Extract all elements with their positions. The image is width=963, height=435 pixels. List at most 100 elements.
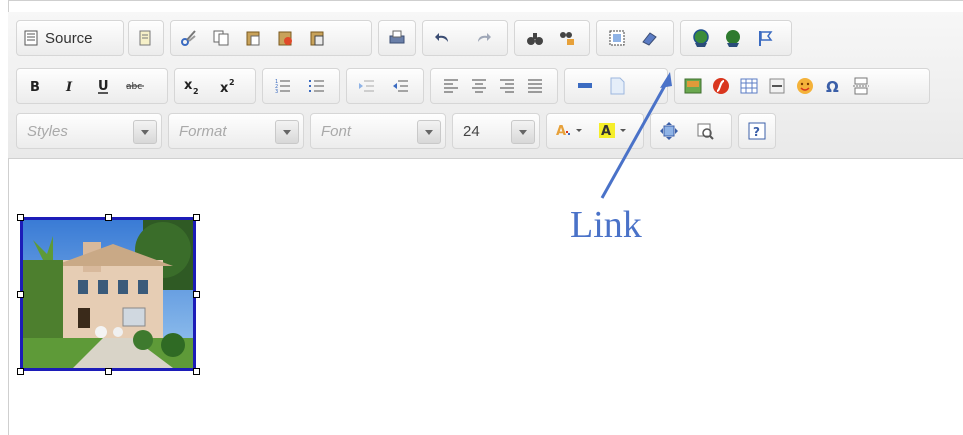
styles-dropdown-label: Styles (27, 123, 68, 140)
svg-text:A: A (601, 124, 611, 139)
maximize-button[interactable] (657, 119, 681, 143)
show-blocks-button[interactable] (693, 119, 717, 143)
resize-handle-bottom-right[interactable] (193, 368, 200, 375)
paste-text-button[interactable] (273, 26, 297, 50)
font-dropdown-label: Font (321, 123, 352, 140)
resize-handle-top[interactable] (105, 214, 112, 221)
resize-handle-bottom[interactable] (105, 368, 112, 375)
svg-text:x: x (220, 81, 229, 95)
copy-button[interactable] (209, 26, 233, 50)
redo-button[interactable] (471, 26, 495, 50)
align-right-icon (500, 79, 514, 93)
table-icon (740, 78, 758, 94)
source-button[interactable]: Source (23, 26, 117, 50)
superscript-button[interactable]: x 2 (217, 74, 241, 98)
scissors-icon (181, 30, 196, 46)
flash-icon (713, 78, 729, 94)
tools-group (650, 113, 732, 149)
outdent-icon (359, 80, 374, 92)
chevron-down-icon[interactable] (511, 120, 535, 144)
table-button[interactable] (737, 74, 761, 98)
numbered-list-button[interactable]: 123 (271, 74, 295, 98)
justify-button[interactable] (523, 74, 547, 98)
chevron-down-icon[interactable] (275, 120, 299, 144)
special-char-button[interactable]: Ω (821, 74, 845, 98)
resize-handle-right[interactable] (193, 291, 200, 298)
cut-button[interactable] (177, 26, 201, 50)
resize-handle-top-left[interactable] (17, 214, 24, 221)
maximize-icon (660, 122, 678, 140)
about-group: ? (738, 113, 776, 149)
indent-icon (393, 80, 408, 92)
format-dropdown[interactable]: Format (168, 113, 304, 149)
print-button[interactable] (385, 26, 409, 50)
subscript-button[interactable]: x 2 (181, 74, 205, 98)
omega-icon: Ω (826, 78, 839, 95)
italic-button[interactable]: I (57, 74, 81, 98)
list-group: 123 (262, 68, 340, 104)
paste-button[interactable] (241, 26, 265, 50)
chevron-down-icon[interactable] (417, 120, 441, 144)
svg-text:Ω: Ω (826, 78, 839, 95)
select-all-icon (609, 30, 625, 46)
svg-text:x: x (184, 78, 193, 93)
styles-dropdown[interactable]: Styles (16, 113, 162, 149)
undo-button[interactable] (431, 26, 455, 50)
toolbar-row-2: B I U abc x 2 x 2 1 2 3 Ω (8, 68, 963, 104)
redo-icon (478, 33, 491, 42)
align-center-button[interactable] (467, 74, 491, 98)
indent-button[interactable] (389, 74, 413, 98)
basic-styles-group: B I U abc (16, 68, 168, 104)
bold-icon: B (30, 80, 40, 94)
image-icon (684, 78, 702, 94)
underline-button[interactable]: U (91, 74, 115, 98)
text-color-button[interactable]: A (553, 119, 589, 143)
source-label: Source (45, 29, 93, 47)
align-left-icon (444, 79, 458, 93)
align-right-button[interactable] (495, 74, 519, 98)
svg-text:3: 3 (275, 89, 278, 95)
page-break-icon (853, 77, 869, 95)
editor-content-area[interactable] (8, 159, 963, 434)
italic-icon: I (65, 80, 73, 94)
blockquote-button[interactable] (573, 74, 597, 98)
horizontal-rule-button[interactable] (765, 74, 789, 98)
link-button[interactable] (689, 26, 713, 50)
remove-format-button[interactable] (637, 26, 661, 50)
smiley-button[interactable] (793, 74, 817, 98)
page-break-button[interactable] (849, 74, 873, 98)
resize-handle-top-right[interactable] (193, 214, 200, 221)
flag-icon (759, 31, 773, 46)
select-all-button[interactable] (605, 26, 629, 50)
flash-button[interactable] (709, 74, 733, 98)
strike-button[interactable]: abc (123, 74, 147, 98)
image-button[interactable] (681, 74, 705, 98)
colors-group: A A (546, 113, 644, 149)
align-left-button[interactable] (439, 74, 463, 98)
templates-button[interactable] (133, 26, 157, 50)
resize-handle-left[interactable] (17, 291, 24, 298)
paste-word-button[interactable] (305, 26, 329, 50)
undo-icon (435, 33, 448, 42)
bullet-list-button[interactable] (305, 74, 329, 98)
svg-text:?: ? (753, 125, 760, 139)
anchor-button[interactable] (753, 26, 777, 50)
font-size-dropdown[interactable]: 24 (452, 113, 540, 149)
find-button[interactable] (523, 26, 547, 50)
div-button[interactable] (605, 74, 629, 98)
insert-group: Ω (674, 68, 930, 104)
bold-button[interactable]: B (23, 74, 47, 98)
background-color-button[interactable]: A (597, 119, 633, 143)
format-dropdown-label: Format (179, 123, 227, 140)
numbered-list-icon: 123 (275, 79, 290, 95)
paste-icon (246, 31, 260, 46)
about-button[interactable]: ? (745, 119, 769, 143)
chevron-down-icon[interactable] (133, 120, 157, 144)
selected-image[interactable] (20, 217, 196, 371)
font-dropdown[interactable]: Font (310, 113, 446, 149)
outdent-button[interactable] (355, 74, 379, 98)
resize-handle-bottom-left[interactable] (17, 368, 24, 375)
replace-button[interactable] (555, 26, 579, 50)
unlink-button[interactable] (721, 26, 745, 50)
source-icon (24, 30, 38, 46)
